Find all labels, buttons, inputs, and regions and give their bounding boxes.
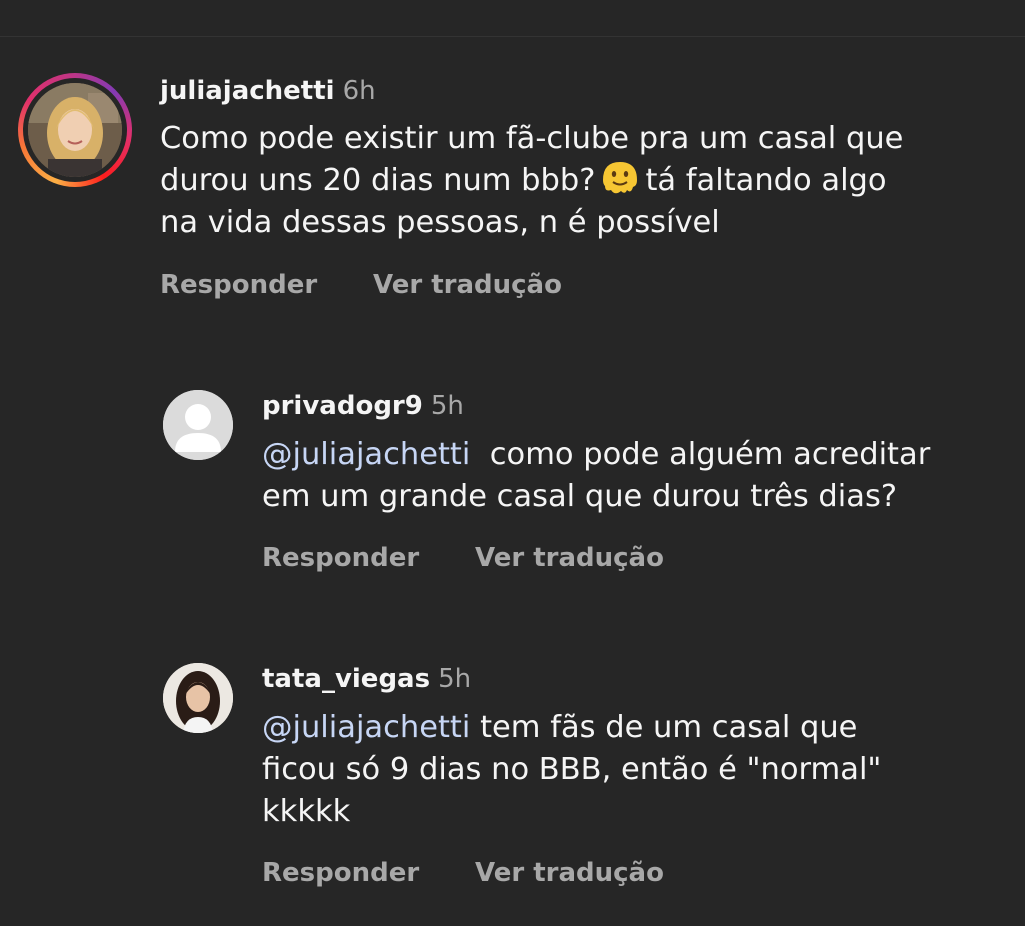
see-translation-button[interactable]: Ver tradução	[475, 543, 664, 573]
comment-text: @juliajachetti tem fãs de um casal que f…	[262, 710, 882, 829]
reply-button[interactable]: Responder	[262, 858, 419, 888]
see-translation-button[interactable]: Ver tradução	[475, 858, 664, 888]
comment-time: 6h	[342, 76, 376, 106]
comment-text: @juliajachetti como pode alguém acredita…	[262, 437, 931, 514]
comment-username[interactable]: privadogr9 5h	[262, 391, 464, 421]
comment-time: 5h	[438, 664, 472, 694]
mention-link[interactable]: @juliajachetti	[262, 437, 470, 472]
melting-face-icon	[603, 162, 638, 194]
see-translation-button[interactable]: Ver tradução	[373, 270, 562, 300]
comment-time: 5h	[430, 391, 464, 421]
mention-link[interactable]: @juliajachetti	[262, 710, 470, 745]
story-avatar[interactable]	[18, 73, 132, 187]
reply-button[interactable]: Responder	[160, 270, 317, 300]
comment-text: Como pode existir um fã-clube pra um cas…	[160, 121, 904, 240]
avatar[interactable]	[163, 663, 233, 733]
comment-username[interactable]: tata_viegas 5h	[262, 664, 471, 694]
top-divider	[0, 36, 1025, 37]
avatar-photo	[28, 83, 122, 177]
reply-button[interactable]: Responder	[262, 543, 419, 573]
comment-username[interactable]: juliajachetti 6h	[160, 76, 376, 106]
default-avatar-icon[interactable]	[163, 390, 233, 460]
